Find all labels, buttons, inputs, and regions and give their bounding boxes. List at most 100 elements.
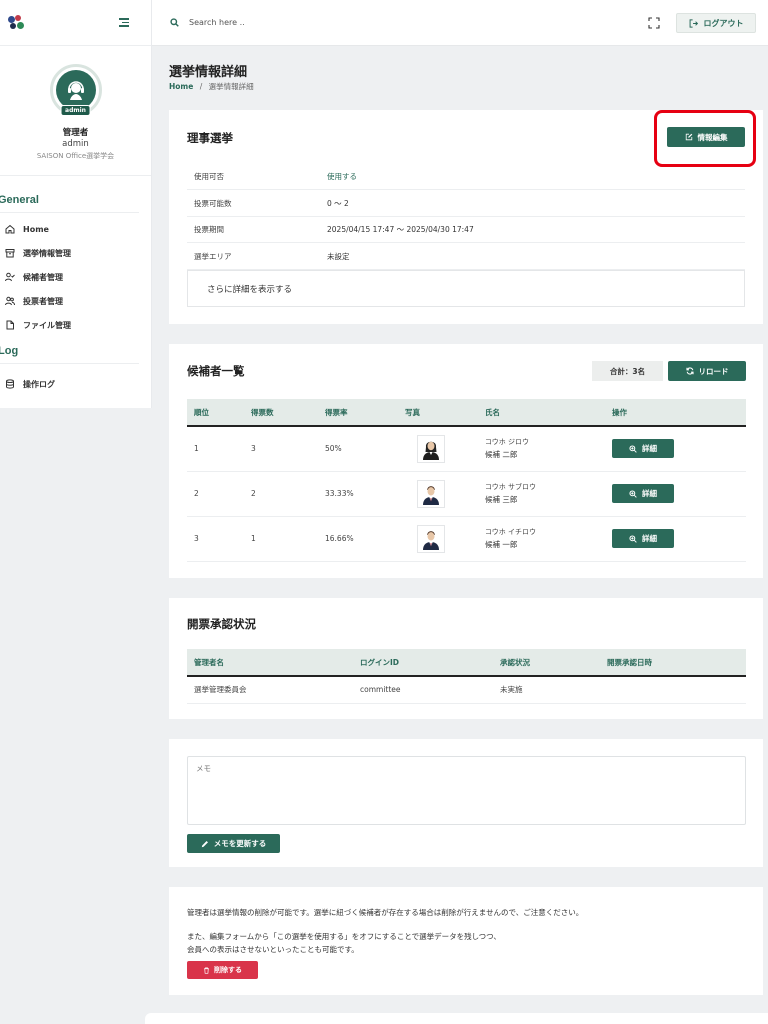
user-headset-icon: [67, 81, 84, 100]
show-more-details[interactable]: さらに詳細を表示する: [187, 270, 745, 307]
votes-cell: 2: [244, 471, 318, 517]
search-plus-icon: [629, 489, 637, 498]
action-cell: 詳細: [605, 426, 746, 472]
info-value: 使用する: [327, 172, 357, 181]
menu-toggle-icon[interactable]: [119, 18, 129, 27]
delete-election-card: 管理者は選挙情報の削除が可能です。選挙に紐づく候補者が存在する場合は削除が行えま…: [169, 887, 763, 995]
user-profile: admin 管理者 admin SAISON Office選挙学会: [0, 46, 151, 176]
votes-cell: 1: [244, 516, 318, 562]
login-id-cell: committee: [353, 676, 493, 704]
topbar: ログアウト: [152, 0, 768, 46]
sidebar: admin 管理者 admin SAISON Office選挙学会 Genera…: [0, 0, 152, 408]
detail-label: 詳細: [642, 489, 657, 498]
info-row-period: 投票期間 2025/04/15 17:47 〜 2025/04/30 17:47: [187, 217, 745, 243]
search-bar: [170, 18, 329, 27]
name-cell: コウホ サブロウ 候補 三郎: [478, 471, 605, 517]
approval-title: 開票承認状況: [187, 617, 256, 631]
detail-button[interactable]: 詳細: [612, 529, 674, 548]
users-icon: [5, 296, 15, 306]
candidate-kana: コウホ サブロウ: [485, 483, 536, 491]
search-plus-icon: [629, 534, 637, 543]
rate-cell: 33.33%: [318, 471, 398, 517]
reload-label: リロード: [698, 366, 729, 376]
memo-textarea[interactable]: [187, 756, 746, 825]
admin-badge: admin: [60, 105, 91, 116]
search-icon[interactable]: [170, 18, 179, 27]
candidates-table: 順位 得票数 得票率 写真 氏名 操作 1 3 50% コウホ ジロウ 候補 二…: [187, 399, 746, 562]
sidebar-item-home[interactable]: Home: [0, 217, 151, 241]
sidebar-item-candidates[interactable]: 候補者管理: [0, 265, 151, 289]
nav-section-log: Log: [0, 337, 139, 364]
table-row: 2 2 33.33% コウホ サブロウ 候補 三郎 詳細: [187, 471, 746, 517]
logout-icon: [689, 18, 698, 28]
election-title: 理事選挙: [187, 131, 233, 145]
delete-note: また、編集フォームから「この選挙を使用する」をオフにすることで選挙データを残しつ…: [187, 932, 501, 941]
edit-info-label: 情報編集: [697, 132, 728, 142]
rate-cell: 50%: [318, 426, 398, 472]
breadcrumb-home-link[interactable]: Home: [169, 82, 193, 91]
male-avatar-icon: [423, 485, 439, 505]
delete-button[interactable]: 削除する: [187, 961, 258, 979]
edit-icon: [685, 133, 692, 141]
search-plus-icon: [629, 445, 637, 453]
sidebar-header: [0, 0, 151, 46]
table-row: 3 1 16.66% コウホ イチロウ 候補 一郎 詳細: [187, 516, 746, 562]
candidate-kana: コウホ ジロウ: [485, 438, 529, 447]
sidebar-item-election[interactable]: 選挙情報管理: [0, 241, 151, 265]
file-icon: [5, 320, 15, 330]
votes-cell: 3: [244, 426, 318, 472]
sidebar-item-label: 候補者管理: [23, 272, 63, 282]
sidebar-item-operation-log[interactable]: 操作ログ: [0, 372, 151, 396]
logout-button[interactable]: ログアウト: [676, 13, 756, 33]
approval-date-cell: [600, 676, 746, 704]
total-count-badge: 合計：3名: [592, 361, 663, 381]
column-header: 承認状況: [493, 649, 600, 677]
archive-icon: [5, 248, 15, 258]
sidebar-item-files[interactable]: ファイル管理: [0, 313, 151, 337]
column-header: 開票承認日時: [600, 649, 746, 677]
page-title: 選挙情報詳細: [169, 65, 248, 80]
detail-button[interactable]: 詳細: [612, 439, 674, 459]
sidebar-item-label: 操作ログ: [23, 379, 55, 389]
column-header: 氏名: [478, 399, 605, 427]
column-header: 得票率: [318, 399, 398, 427]
candidates-title: 候補者一覧: [187, 364, 245, 378]
info-row-usage: 使用可否 使用する: [187, 164, 745, 190]
candidates-card: 候補者一覧 合計：3名 リロード 順位 得票数 得票率 写真 氏名 操作 1 3…: [169, 344, 763, 578]
female-avatar-icon: [423, 441, 439, 460]
app-logo[interactable]: [8, 14, 26, 31]
breadcrumb-separator: /: [199, 82, 203, 91]
user-role: 管理者: [62, 128, 89, 138]
trash-icon: [204, 966, 209, 974]
home-icon: [5, 224, 15, 234]
memo-card: メモを更新する: [169, 739, 763, 867]
column-header: 操作: [605, 399, 746, 427]
breadcrumb: Home / 選挙情報詳細: [169, 81, 254, 92]
info-value: 0 〜 2: [327, 199, 349, 208]
detail-button[interactable]: 詳細: [612, 484, 674, 503]
table-row: 1 3 50% コウホ ジロウ 候補 二郎 詳細: [187, 426, 746, 472]
update-memo-button[interactable]: メモを更新する: [187, 834, 280, 853]
photo-cell: [398, 516, 478, 562]
database-icon: [5, 379, 15, 389]
footer-panel: [145, 1013, 768, 1024]
info-label: 投票期間: [194, 225, 224, 234]
user-check-icon: [5, 272, 15, 282]
table-header-row: 順位 得票数 得票率 写真 氏名 操作: [187, 399, 746, 427]
election-info-card: 理事選挙 情報編集 使用可否 使用する 投票可能数 0 〜 2 投票期間 202…: [169, 110, 763, 324]
candidate-photo: [417, 479, 445, 508]
search-input[interactable]: [189, 18, 329, 27]
reload-button[interactable]: リロード: [668, 361, 746, 381]
delete-note: 管理者は選挙情報の削除が可能です。選挙に紐づく候補者が存在する場合は削除が行えま…: [187, 908, 584, 917]
fullscreen-icon[interactable]: [648, 17, 660, 29]
sidebar-item-label: ファイル管理: [23, 320, 71, 330]
name-cell: コウホ イチロウ 候補 一郎: [478, 516, 605, 562]
rank-cell: 2: [187, 471, 244, 517]
info-row-area: 選挙エリア 未設定: [187, 244, 745, 270]
column-header: 順位: [187, 399, 244, 427]
sidebar-item-label: Home: [23, 224, 49, 234]
sidebar-item-voters[interactable]: 投票者管理: [0, 289, 151, 313]
pencil-icon: [201, 840, 208, 847]
breadcrumb-current: 選挙情報詳細: [208, 82, 254, 91]
edit-info-button[interactable]: 情報編集: [667, 127, 745, 147]
